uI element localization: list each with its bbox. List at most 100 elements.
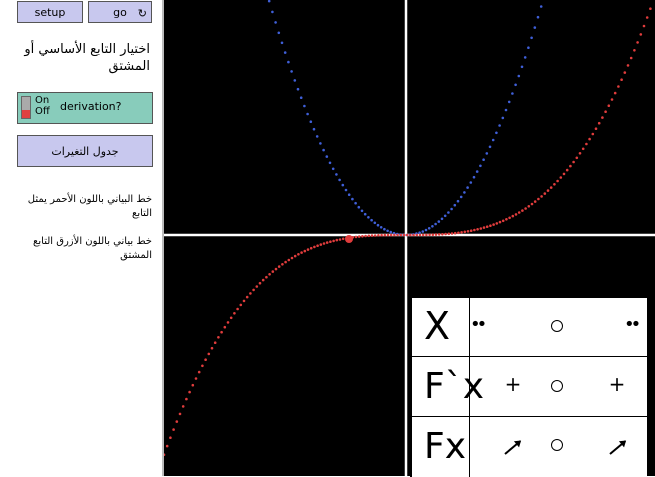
derivative-curve-point <box>296 87 300 91</box>
function-curve-point <box>460 231 463 234</box>
function-curve-point <box>377 234 380 237</box>
function-curve-point <box>329 240 332 243</box>
function-curve-point <box>325 241 329 244</box>
function-curve-point <box>645 16 649 19</box>
derivative-curve-point <box>386 229 389 233</box>
function-curve-point <box>559 176 563 179</box>
function-curve-point <box>188 390 191 394</box>
function-curve-point <box>405 233 409 237</box>
function-curve-point <box>607 104 611 107</box>
derivative-curve-point <box>501 116 505 120</box>
derivative-curve-point <box>450 207 453 211</box>
function-curve-point <box>415 233 419 237</box>
function-curve-point <box>223 325 227 329</box>
function-curve-point <box>505 218 508 221</box>
derivative-curve-point <box>280 41 284 45</box>
derivative-curve-point <box>373 221 377 225</box>
function-curve-point <box>204 358 207 362</box>
derivative-curve-point <box>293 79 297 82</box>
derivative-curve-point <box>527 46 530 49</box>
function-curve-point <box>546 189 550 192</box>
function-curve-point <box>431 233 435 236</box>
function-curve-point <box>220 330 223 334</box>
derivative-curve-point <box>360 209 364 213</box>
function-curve-point <box>252 288 255 292</box>
function-curve-point <box>469 229 473 232</box>
table-f-right-arrow <box>609 440 626 455</box>
function-curve-point <box>428 233 431 237</box>
function-curve-point <box>207 352 211 356</box>
function-curve-point <box>533 200 537 203</box>
derivative-curve-point <box>485 152 489 155</box>
function-curve-point <box>492 223 495 226</box>
function-curve-point <box>178 412 182 416</box>
function-curve-point <box>322 242 326 245</box>
function-curve-point <box>239 303 243 307</box>
function-curve-point <box>191 383 195 387</box>
derivative-curve-point <box>271 10 274 14</box>
derivative-curve-point <box>277 31 281 35</box>
function-curve-point <box>639 33 643 36</box>
function-curve-point <box>261 278 265 282</box>
function-curve-point <box>319 243 323 246</box>
refresh-icon: ↻ <box>137 7 147 20</box>
function-curve-point <box>565 168 569 172</box>
function-curve-point <box>297 253 300 256</box>
function-curve-point <box>482 226 486 229</box>
function-curve-point <box>463 230 467 234</box>
go-button[interactable]: go ↻ <box>88 1 152 23</box>
function-curve-point <box>313 245 316 249</box>
function-curve-point <box>338 238 342 241</box>
derivative-curve-point <box>367 216 370 219</box>
function-curve-point <box>495 222 499 225</box>
derivative-curve-point <box>459 195 463 199</box>
derivative-curve-point <box>290 70 293 73</box>
setup-button[interactable]: setup <box>17 1 83 23</box>
function-curve-point <box>197 370 201 374</box>
derivative-curve-point <box>514 83 517 87</box>
function-curve-point <box>229 316 233 320</box>
derivative-curve-point <box>431 225 434 228</box>
function-curve-point <box>402 233 406 237</box>
function-curve-point <box>393 233 396 237</box>
derivative-curve-point <box>472 175 476 179</box>
derivative-curve-point <box>447 211 450 214</box>
switch-knob[interactable] <box>22 110 30 118</box>
function-curve-point <box>268 273 271 276</box>
derivation-switch[interactable]: On Off derivation? <box>17 92 153 124</box>
function-curve-point <box>479 227 483 230</box>
derivative-curve-point <box>421 230 425 233</box>
derivative-curve-point <box>536 15 540 19</box>
variation-table-button[interactable]: جدول التغيرات <box>17 135 153 167</box>
function-curve-point <box>601 116 604 119</box>
derivative-curve-point <box>418 231 421 234</box>
derivative-curve-point <box>338 178 341 182</box>
function-curve-point <box>444 232 447 236</box>
derivative-curve-point <box>453 203 457 207</box>
function-curve-point <box>498 220 502 224</box>
derivative-curve-point <box>351 197 354 201</box>
function-curve-point <box>489 224 492 227</box>
function-curve-point <box>284 260 287 264</box>
function-curve-point <box>233 312 236 315</box>
function-curve-point <box>335 238 339 242</box>
row-x-label: X <box>424 304 451 348</box>
function-curve-point <box>437 233 441 236</box>
red-curve-note: خط البياني باللون الأحمر يمثل التابع <box>27 194 152 219</box>
derivative-curve-point <box>479 164 482 168</box>
highlighted-point <box>345 235 353 243</box>
function-curve-point <box>236 307 239 311</box>
function-curve-point <box>386 233 390 237</box>
derivative-curve-point <box>283 51 287 54</box>
function-curve-point <box>581 147 585 151</box>
function-curve-point <box>476 228 479 231</box>
function-curve-point <box>578 152 582 155</box>
function-curve-point <box>412 233 415 237</box>
function-curve-point <box>514 213 518 216</box>
function-curve-point <box>447 232 451 236</box>
derivative-curve-point <box>319 142 322 145</box>
function-curve-point <box>185 397 188 401</box>
function-curve-point <box>217 336 220 339</box>
function-curve-point <box>527 205 531 208</box>
switch-off-label: Off <box>35 106 50 117</box>
